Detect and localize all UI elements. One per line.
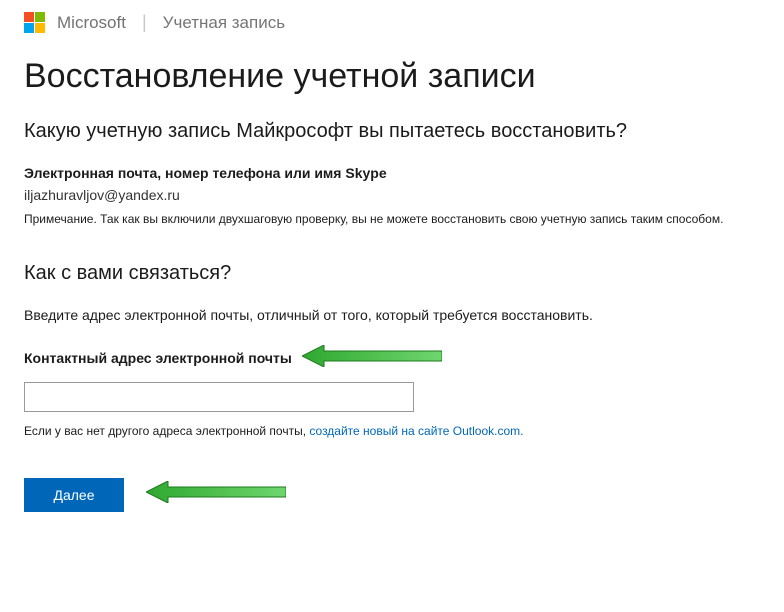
helper-text: Если у вас нет другого адреса электронно… (24, 424, 760, 438)
identifier-label: Электронная почта, номер телефона или им… (24, 165, 760, 181)
header: Microsoft | Учетная запись (0, 0, 784, 39)
page-title: Восстановление учетной записи (24, 57, 760, 96)
microsoft-logo-icon (24, 12, 45, 33)
arrow-left-icon (302, 345, 442, 372)
contact-instruction: Введите адрес электронной почты, отличны… (24, 307, 760, 323)
twofa-note: Примечание. Так как вы включили двухшаго… (24, 211, 760, 228)
helper-prefix: Если у вас нет другого адреса электронно… (24, 424, 309, 438)
header-subtitle: Учетная запись (163, 13, 285, 33)
contact-email-input[interactable] (24, 382, 414, 412)
header-divider: | (142, 12, 147, 33)
section-contact-heading: Как с вами связаться? (24, 262, 760, 285)
identifier-value: iljazhuravljov@yandex.ru (24, 187, 760, 203)
contact-email-label: Контактный адрес электронной почты (24, 350, 292, 366)
main-content: Восстановление учетной записи Какую учет… (0, 39, 784, 512)
create-outlook-link[interactable]: создайте новый на сайте Outlook.com. (309, 424, 523, 438)
brand-name: Microsoft (57, 13, 126, 33)
next-button[interactable]: Далее (24, 478, 124, 512)
arrow-left-icon (146, 481, 286, 508)
section-which-account-heading: Какую учетную запись Майкрософт вы пытае… (24, 120, 760, 143)
